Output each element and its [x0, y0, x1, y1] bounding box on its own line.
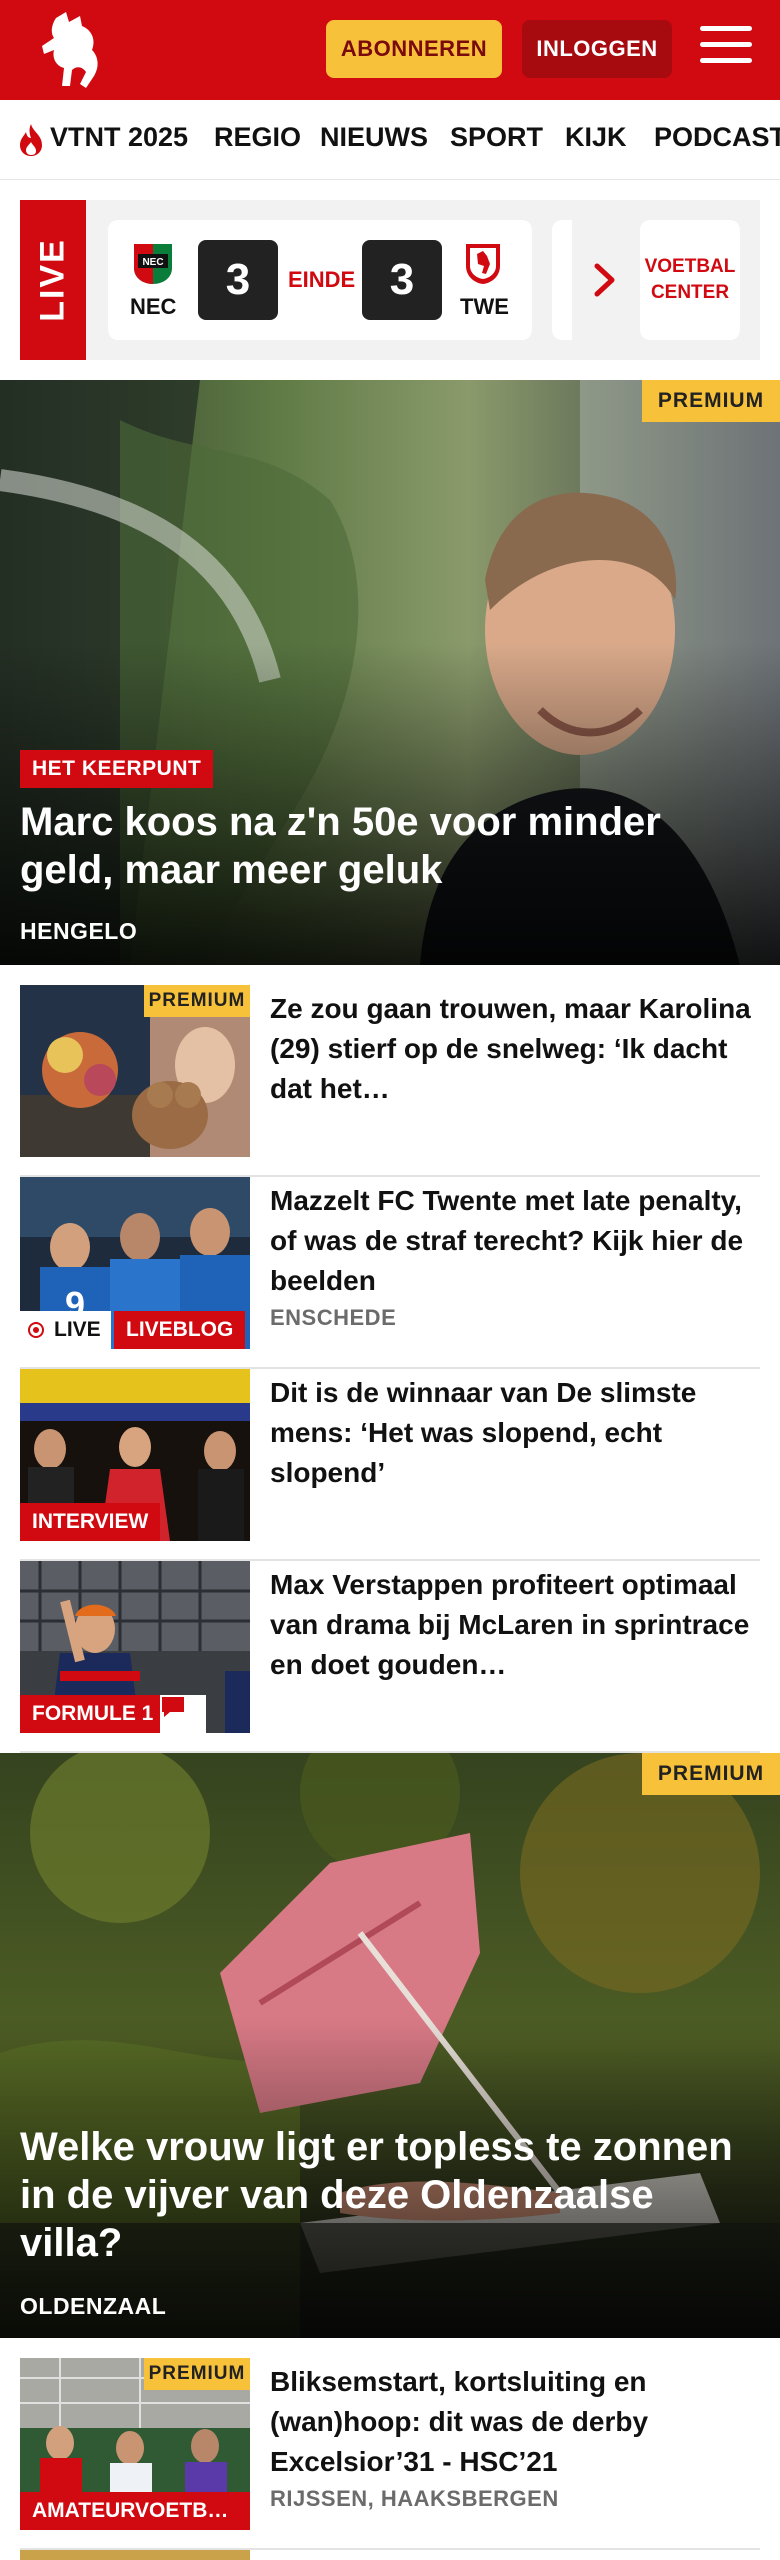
live-dot-icon: [28, 1322, 44, 1338]
live-indicator: LIVE: [20, 1311, 111, 1349]
voetbal-center-link[interactable]: VOETBAL CENTER: [640, 220, 740, 340]
login-button[interactable]: INLOGGEN: [522, 20, 672, 78]
nav-item-podcast[interactable]: PODCAST: [654, 122, 780, 153]
article-title[interactable]: Max Verstappen profiteert optimaal van d…: [270, 1565, 760, 1685]
live-tag: LIVE: [20, 200, 86, 360]
list-item[interactable]: FORMULE 1 Max Verstappen profiteert opti…: [20, 1561, 760, 1753]
premium-badge: PREMIUM: [642, 380, 780, 422]
premium-badge: PREMIUM: [144, 2358, 250, 2390]
next-match-card[interactable]: [552, 220, 572, 340]
list-item[interactable]: 9 LIVE LIVEBLOG Mazzelt FC Twente met la…: [20, 1177, 760, 1369]
list-item[interactable]: PREMIUM AMATEURVOETB… Bliksemstart, kort…: [20, 2358, 760, 2550]
premium-badge: PREMIUM: [642, 1753, 780, 1795]
menu-icon[interactable]: [700, 26, 752, 70]
main-nav: VTNT 2025 REGIO NIEUWS SPORT KIJK PODCAS…: [0, 100, 780, 180]
live-indicator-label: LIVE: [54, 1318, 101, 1341]
hero-location: OLDENZAAL: [20, 2293, 167, 2319]
comment-icon: [160, 1695, 206, 1733]
nav-item-sport[interactable]: SPORT: [450, 122, 543, 153]
article-category-label: FORMULE 1: [20, 1695, 166, 1733]
home-score: 3: [198, 240, 278, 320]
article-category-label: INTERVIEW: [20, 1503, 161, 1541]
hero-title[interactable]: Marc koos na z'n 50e voor minder geld, m…: [20, 798, 750, 894]
subscribe-button[interactable]: ABONNEREN: [326, 20, 502, 78]
nav-item-nieuws[interactable]: NIEUWS: [320, 122, 428, 153]
article-title[interactable]: Mazzelt FC Twente met late penalty, of w…: [270, 1181, 760, 1301]
nav-item-kijk[interactable]: KIJK: [565, 122, 627, 153]
match-status: EINDE: [288, 267, 356, 292]
article-location: RIJSSEN, HAAKSBERGEN: [270, 2486, 559, 2511]
next-article-thumbnail: [20, 2550, 250, 2560]
article-thumbnail: PREMIUM AMATEURVOETB…: [20, 2358, 250, 2530]
nav-item-vtnt-2025[interactable]: VTNT 2025: [50, 122, 188, 153]
hero-title[interactable]: Welke vrouw ligt er topless te zonnen in…: [20, 2123, 750, 2267]
hero-article-1[interactable]: PREMIUM HET KEERPUNT Marc koos na z'n 50…: [0, 380, 780, 965]
tubantia-horse-logo[interactable]: [36, 10, 106, 90]
article-thumbnail: 9 LIVE LIVEBLOG: [20, 1177, 250, 1349]
list-item[interactable]: INTERVIEW Dit is de winnaar van De slims…: [20, 1369, 760, 1561]
article-thumbnail: INTERVIEW: [20, 1369, 250, 1541]
list-item[interactable]: PREMIUM Ze zou gaan trouwen, maar Karoli…: [20, 985, 760, 1177]
article-title[interactable]: Bliksemstart, kortsluiting en (wan)hoop:…: [270, 2362, 760, 2482]
nav-item-regio[interactable]: REGIO: [214, 122, 301, 153]
article-location: ENSCHEDE: [270, 1305, 397, 1330]
flame-icon: [20, 124, 42, 156]
twente-crest-icon: [466, 244, 500, 284]
away-score: 3: [362, 240, 442, 320]
match-card[interactable]: NEC NEC 3 EINDE 3 TWE: [108, 220, 532, 340]
premium-badge: PREMIUM: [144, 985, 250, 1017]
article-title[interactable]: Ze zou gaan trouwen, maar Karolina (29) …: [270, 989, 760, 1109]
chevron-right-icon[interactable]: [592, 262, 618, 298]
nec-crest-icon: NEC: [134, 244, 172, 284]
article-category-label: AMATEURVOETB…: [20, 2492, 250, 2530]
article-thumbnail: FORMULE 1: [20, 1561, 250, 1733]
hero-location: HENGELO: [20, 918, 138, 944]
voetbal-center-line1: VOETBAL: [644, 256, 736, 277]
site-header: ABONNEREN INLOGGEN: [0, 0, 780, 100]
voetbal-center-line2: CENTER: [650, 282, 730, 303]
svg-text:NEC: NEC: [142, 257, 163, 268]
away-team-name: TWE: [460, 294, 509, 319]
hero-article-2[interactable]: PREMIUM Welke vrouw ligt er topless te z…: [0, 1753, 780, 2338]
article-title[interactable]: Dit is de winnaar van De slimste mens: ‘…: [270, 1373, 760, 1493]
hero-category-label: HET KEERPUNT: [20, 750, 214, 788]
article-category-label: LIVEBLOG: [114, 1311, 246, 1349]
home-team-name: NEC: [130, 294, 177, 319]
article-thumbnail: PREMIUM: [20, 985, 250, 1157]
